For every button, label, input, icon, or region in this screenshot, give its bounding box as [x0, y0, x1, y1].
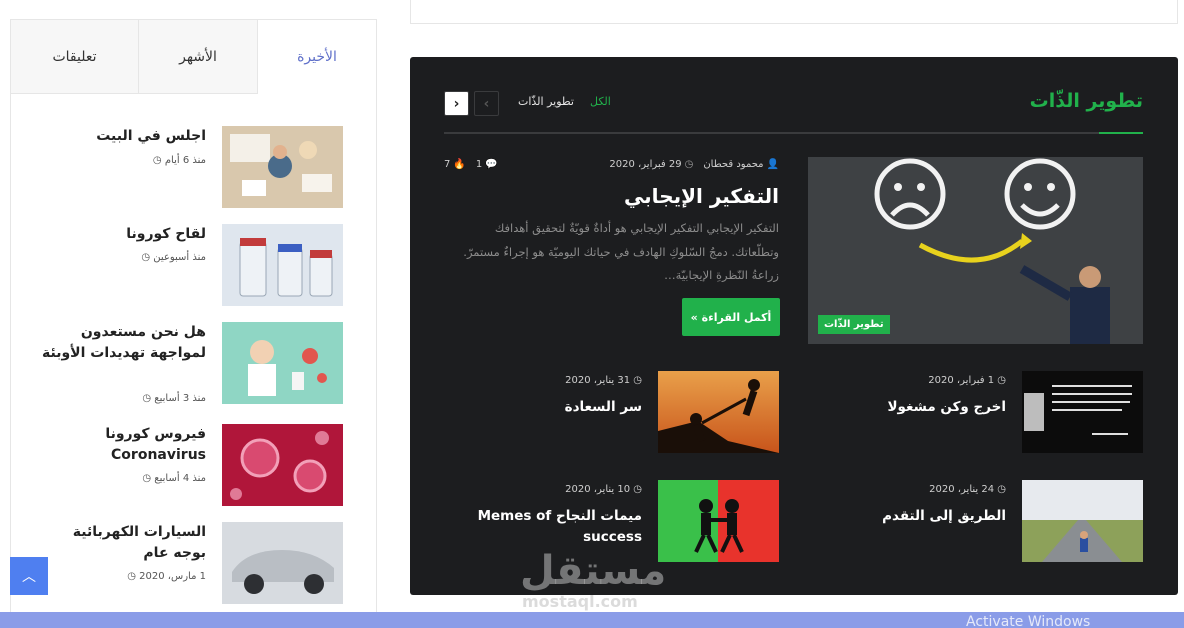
clock-icon: ◷	[141, 252, 151, 263]
post-title-busy[interactable]: اخرج وكن مشغولا	[810, 397, 1006, 418]
post-title-memes[interactable]: ميمات النجاح Memes of success	[444, 506, 642, 548]
activate-windows-notice: Activate Windows	[966, 614, 1091, 628]
sidebar-date-stay-home: منذ 6 أيام ◷	[36, 155, 206, 166]
post-thumb-road[interactable]	[1022, 480, 1143, 562]
clock-icon: ◷	[684, 159, 694, 170]
fire-icon: 🔥	[453, 159, 466, 170]
user-icon: 👤	[766, 159, 779, 170]
views-meta: 🔥7	[444, 159, 466, 170]
post-title-happiness[interactable]: سر السعادة	[444, 397, 642, 418]
section-title: تطوير الذّات	[1029, 90, 1143, 112]
prev-page-button[interactable]: ‹	[474, 91, 499, 116]
chevron-left-icon: ‹	[483, 95, 490, 112]
clock-icon: ◷	[630, 375, 642, 386]
sidebar-date-text: منذ أسبوعين	[153, 252, 206, 263]
tab-latest[interactable]: الأخيرة	[258, 20, 376, 94]
section-divider	[444, 132, 1143, 134]
filter-all-link[interactable]: الكل	[590, 95, 611, 108]
comment-count: 1	[475, 159, 483, 170]
category-badge[interactable]: تطوير الذّات	[818, 315, 890, 334]
section-divider-accent	[1099, 132, 1143, 134]
sidebar-thumb-epidemics-art	[222, 322, 343, 404]
date-meta: ◷29 فبراير، 2020	[609, 159, 693, 170]
top-widget-box	[410, 0, 1178, 24]
post-thumb-busy-art	[1022, 371, 1143, 453]
featured-post-title[interactable]: التفكير الإيجابي	[444, 184, 779, 208]
post-date-happiness: ◷ 31 يناير، 2020	[444, 375, 642, 386]
comments-meta[interactable]: 💬1	[476, 159, 498, 170]
filter-self-development-link[interactable]: تطوير الذّات	[518, 95, 574, 108]
tab-popular[interactable]: الأشهر	[139, 20, 258, 94]
tab-comments[interactable]: تعليقات	[11, 20, 139, 94]
post-date-busy: ◷ 1 فبراير، 2020	[810, 375, 1006, 386]
sidebar-thumb-epidemics[interactable]	[222, 322, 343, 404]
sidebar-title-vaccine[interactable]: لقاح كورونا	[36, 224, 206, 245]
post-date-text: 10 يناير، 2020	[565, 484, 631, 495]
post-date-text: 31 يناير، 2020	[565, 375, 631, 386]
sidebar-thumb-stay-home[interactable]	[222, 126, 343, 208]
clock-icon: ◷	[994, 484, 1006, 495]
author-meta[interactable]: 👤محمود قحطان	[703, 159, 779, 170]
sidebar-date-electric-cars: 1 مارس، 2020 ◷	[36, 571, 206, 582]
post-thumb-busy[interactable]	[1022, 371, 1143, 453]
sidebar-title-epidemics[interactable]: هل نحن مستعدون لمواجهة تهديدات الأوبئة	[36, 322, 206, 364]
post-thumb-memes[interactable]	[658, 480, 779, 562]
watermark-arabic: مستقل	[520, 548, 667, 594]
clock-icon: ◷	[630, 484, 642, 495]
next-page-button[interactable]: ›	[444, 91, 469, 116]
view-count: 7	[444, 159, 451, 170]
sidebar-thumb-stay-home-art	[222, 126, 343, 208]
sidebar-date-epidemics: منذ 3 أسابيع ◷	[36, 393, 206, 404]
featured-meta: 👤محمود قحطان ◷29 فبراير، 2020 💬1 🔥7	[444, 159, 779, 170]
post-date: 29 فبراير، 2020	[609, 159, 682, 170]
post-title-road[interactable]: الطريق إلى التقدم	[810, 506, 1006, 527]
sidebar-date-coronavirus: منذ 4 أسابيع ◷	[36, 473, 206, 484]
post-date-memes: ◷ 10 يناير، 2020	[444, 484, 642, 495]
sidebar-date-text: منذ 6 أيام	[164, 155, 206, 166]
comment-icon: 💬	[485, 159, 498, 170]
sidebar-thumb-electric-cars-art	[222, 522, 343, 604]
self-development-section: تطوير الذّات الكل تطوير الذّات › ‹ تطوير…	[410, 57, 1178, 595]
post-thumb-happiness-art	[658, 371, 779, 453]
sidebar-date-vaccine: منذ أسبوعين ◷	[36, 252, 206, 263]
post-thumb-road-art	[1022, 480, 1143, 562]
chevron-right-icon: ›	[453, 95, 460, 112]
sidebar-tabs-widget: تعليقات الأشهر الأخيرة اجلس في البيت منذ…	[10, 19, 377, 628]
tab-bar: تعليقات الأشهر الأخيرة	[11, 20, 376, 94]
post-date-text: 1 فبراير، 2020	[928, 375, 995, 386]
clock-icon: ◷	[142, 393, 152, 404]
post-date-text: 24 يناير، 2020	[929, 484, 995, 495]
featured-post-excerpt: التفكير الإيجابي التفكير الإيجابي هو أدا…	[463, 221, 779, 282]
post-thumb-happiness[interactable]	[658, 371, 779, 453]
sidebar-thumb-electric-cars[interactable]	[222, 522, 343, 604]
sidebar-thumb-coronavirus[interactable]	[222, 424, 343, 506]
post-date-road: ◷ 24 يناير، 2020	[810, 484, 1006, 495]
clock-icon: ◷	[127, 571, 136, 582]
featured-post-image[interactable]: تطوير الذّات	[808, 157, 1143, 344]
read-more-button[interactable]: أكمل القراءة »	[682, 298, 780, 336]
sidebar-title-coronavirus[interactable]: فيروس كورونا Coronavirus	[36, 424, 206, 466]
sidebar-title-electric-cars[interactable]: السيارات الكهربائية بوجه عام	[36, 522, 206, 564]
clock-icon: ◷	[152, 155, 162, 166]
post-thumb-memes-art	[658, 480, 779, 562]
author-name[interactable]: محمود قحطان	[703, 159, 763, 170]
clock-icon: ◷	[994, 375, 1006, 386]
scroll-to-top-button[interactable]: ︿	[10, 557, 48, 595]
sidebar-thumb-coronavirus-art	[222, 424, 343, 506]
sidebar-date-text: 1 مارس، 2020	[139, 571, 206, 582]
sidebar-title-stay-home[interactable]: اجلس في البيت	[36, 126, 206, 147]
clock-icon: ◷	[142, 473, 152, 484]
sidebar-date-text: منذ 3 أسابيع	[154, 393, 206, 404]
sidebar-thumb-vaccine[interactable]	[222, 224, 343, 306]
chevron-up-icon: ︿	[22, 569, 36, 585]
watermark-latin: mostaql.com	[522, 592, 638, 611]
sidebar-date-text: منذ 4 أسابيع	[154, 473, 206, 484]
sidebar-thumb-vaccine-art	[222, 224, 343, 306]
